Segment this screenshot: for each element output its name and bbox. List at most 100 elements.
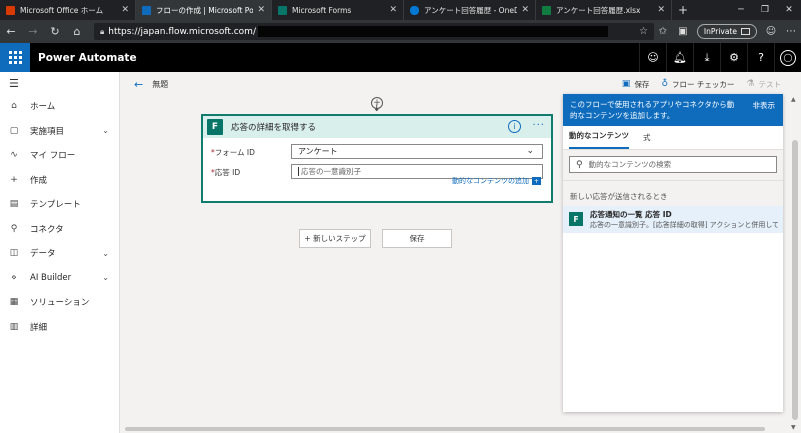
help-icon[interactable]: ? [747,43,774,72]
close-window-icon[interactable]: ✕ [777,0,801,20]
feedback-icon[interactable]: ☺ [639,43,666,72]
favorites-icon[interactable]: ✩ [653,26,673,37]
chevron-down-icon[interactable]: ⌄ [102,273,109,282]
info-icon[interactable]: i [508,120,521,133]
waffle-icon [8,51,22,64]
hide-panel-button[interactable]: 非表示 [753,100,776,111]
horizontal-scrollbar[interactable] [121,424,789,433]
app-name[interactable]: Power Automate [38,52,137,64]
chevron-down-icon[interactable]: ⌄ [102,126,109,135]
avatar[interactable]: ◯ [774,43,801,72]
close-icon[interactable]: ✕ [657,5,665,15]
forward-icon[interactable]: → [22,25,44,38]
sidebar-item-1[interactable]: ▢ 実施項目 ⌄ [0,119,119,144]
gear-icon[interactable]: ⚙ [720,43,747,72]
sidebar-item-label: 実施項目 [30,126,65,137]
download-icon[interactable]: ⤓ [693,43,720,72]
inprivate-badge[interactable]: InPrivate [696,24,757,39]
close-icon[interactable]: ✕ [389,5,397,15]
address-bar: ← → ↻ ⌂ 🔒︎ https://japan.flow.microsoft.… [0,20,801,43]
sidebar-item-5[interactable]: ⚲ コネクタ [0,217,119,242]
minimize-icon[interactable]: ─ [729,0,753,20]
learn-icon: ▥ [9,321,19,332]
form-id-dropdown[interactable]: アンケート ⌄ [291,144,543,159]
flow-checker-button[interactable]: ♁ フロー チェッカー [661,79,734,90]
url-field[interactable]: 🔒︎ https://japan.flow.microsoft.com/ ☆ [94,23,654,40]
back-icon[interactable]: ← [0,25,22,38]
action-card-header[interactable]: F 応答の詳細を取得する i ··· [203,116,551,138]
vertical-scrollbar[interactable]: ▲ ▼ [789,96,801,433]
collections-icon[interactable]: ▣ [673,26,693,37]
browser-tab-label: フローの作成 | Microsoft Power Automate [156,5,254,15]
flask-icon: ⚗ [746,79,755,89]
emoji-icon[interactable]: ☺ [761,26,781,37]
save-command-label: 保存 [634,79,650,89]
add-dynamic-content-link[interactable]: 動的なコンテンツの追加 + [452,176,541,186]
scroll-up-icon[interactable]: ▲ [791,96,796,103]
chevron-down-icon[interactable]: ⌄ [102,249,109,258]
maximize-icon[interactable]: ❐ [753,0,777,20]
form-id-value: アンケート [298,147,338,156]
url-text: https://japan.flow.microsoft.com/ [108,26,256,37]
hamburger-menu-icon[interactable]: ☰ [0,72,119,94]
window-controls: ─ ❐ ✕ [729,0,801,20]
dynamic-content-item[interactable]: F 応答通知の一覧 応答 ID 応答の一意識別子。[応答詳細の取得] アクション… [563,206,783,233]
refresh-icon[interactable]: ↻ [44,25,66,38]
sidebar-item-7[interactable]: ⋄ AI Builder ⌄ [0,266,119,291]
solution-icon: ▦ [9,297,19,308]
tab-dynamic-content[interactable]: 動的なコンテンツ [569,130,629,149]
app-launcher-button[interactable] [0,43,30,72]
back-arrow-icon[interactable]: ← [134,78,143,91]
tab-expression[interactable]: 式 [643,132,651,149]
dynamic-content-panel: このフローで使用されるアプリやコネクタから動的なコンテンツを追加します。 非表示… [563,94,783,412]
sidebar-item-label: ホーム [30,102,56,113]
flow-title[interactable]: 無題 [152,79,168,90]
command-bar: ← 無題 ▣ 保存 ♁ フロー チェッカー ⚗ テスト [121,72,801,96]
form-id-label: *フォーム ID [211,148,255,157]
sidebar-item-label: データ [30,249,56,260]
power-automate-icon [142,5,151,15]
data-icon: ◫ [9,248,19,259]
new-step-button[interactable]: + 新しいステップ [299,229,371,248]
sidebar-item-label: マイ フロー [30,151,76,162]
notification-bell-icon[interactable]: 🔔︎ [666,43,693,72]
sidebar-item-2[interactable]: ∿ マイ フロー [0,143,119,168]
browser-tab-label: アンケート回答履歴.xlsx [556,5,641,15]
action-card-get-response: F 応答の詳細を取得する i ··· *フォーム ID アンケート ⌄ *応答 … [201,114,553,203]
save-button[interactable]: 保存 [382,229,452,248]
test-button[interactable]: ⚗ テスト [746,79,781,90]
browser-tab-onedrive[interactable]: アンケート回答履歴 - OneDrive ✕ [404,0,536,20]
home-browser-icon[interactable]: ⌂ [66,25,88,38]
flow-checker-label: フロー チェッカー [672,79,735,89]
forms-icon: F [207,119,223,135]
sidebar-item-3[interactable]: + 作成 [0,168,119,193]
close-icon[interactable]: ✕ [257,5,265,15]
scrollbar-thumb[interactable] [792,140,798,420]
favorite-star-icon[interactable]: ☆ [639,26,648,37]
horizontal-scrollbar-thumb[interactable] [125,427,765,431]
connector-icon: ⚲ [10,223,18,234]
close-icon[interactable]: ✕ [121,5,129,15]
sidebar-item-8[interactable]: ▦ ソリューション [0,290,119,315]
save-command-button[interactable]: ▣ 保存 [622,79,650,90]
sidebar-item-9[interactable]: ▥ 詳細 [0,315,119,340]
browser-tab-power-automate[interactable]: フローの作成 | Microsoft Power Automate ✕ [136,0,272,20]
sidebar-item-4[interactable]: ▤ テンプレート [0,192,119,217]
left-nav: ☰ ⌂ ホーム ▢ 実施項目 ⌄ ∿ マイ フロー + 作成 ▤ テンプレート ⚲ コネクタ ◫ データ ⌄ ⋄… [0,72,120,433]
close-icon[interactable]: ✕ [521,5,529,15]
onedrive-icon [410,5,419,15]
more-options-icon[interactable]: ··· [532,120,545,131]
sidebar-item-0[interactable]: ⌂ ホーム [0,94,119,119]
more-icon[interactable]: ⋯ [781,26,801,37]
dynamic-content-search-input[interactable]: ⚲ 動的なコンテンツの検索 [569,156,777,173]
browser-tab-forms[interactable]: Microsoft Forms ✕ [272,0,404,20]
browser-tab-excel[interactable]: アンケート回答履歴.xlsx ✕ [536,0,672,20]
sidebar-item-6[interactable]: ◫ データ ⌄ [0,241,119,266]
form-id-row: *フォーム ID アンケート ⌄ [203,141,551,161]
user-icon: ◯ [780,49,796,66]
scroll-down-icon[interactable]: ▼ [791,424,796,431]
header-icons: ☺ 🔔︎ ⤓ ⚙ ? ◯ [639,43,801,72]
browser-tab-office[interactable]: Microsoft Office ホーム ✕ [0,0,136,20]
new-tab-button[interactable]: + [672,0,694,20]
forms-icon [278,5,287,15]
